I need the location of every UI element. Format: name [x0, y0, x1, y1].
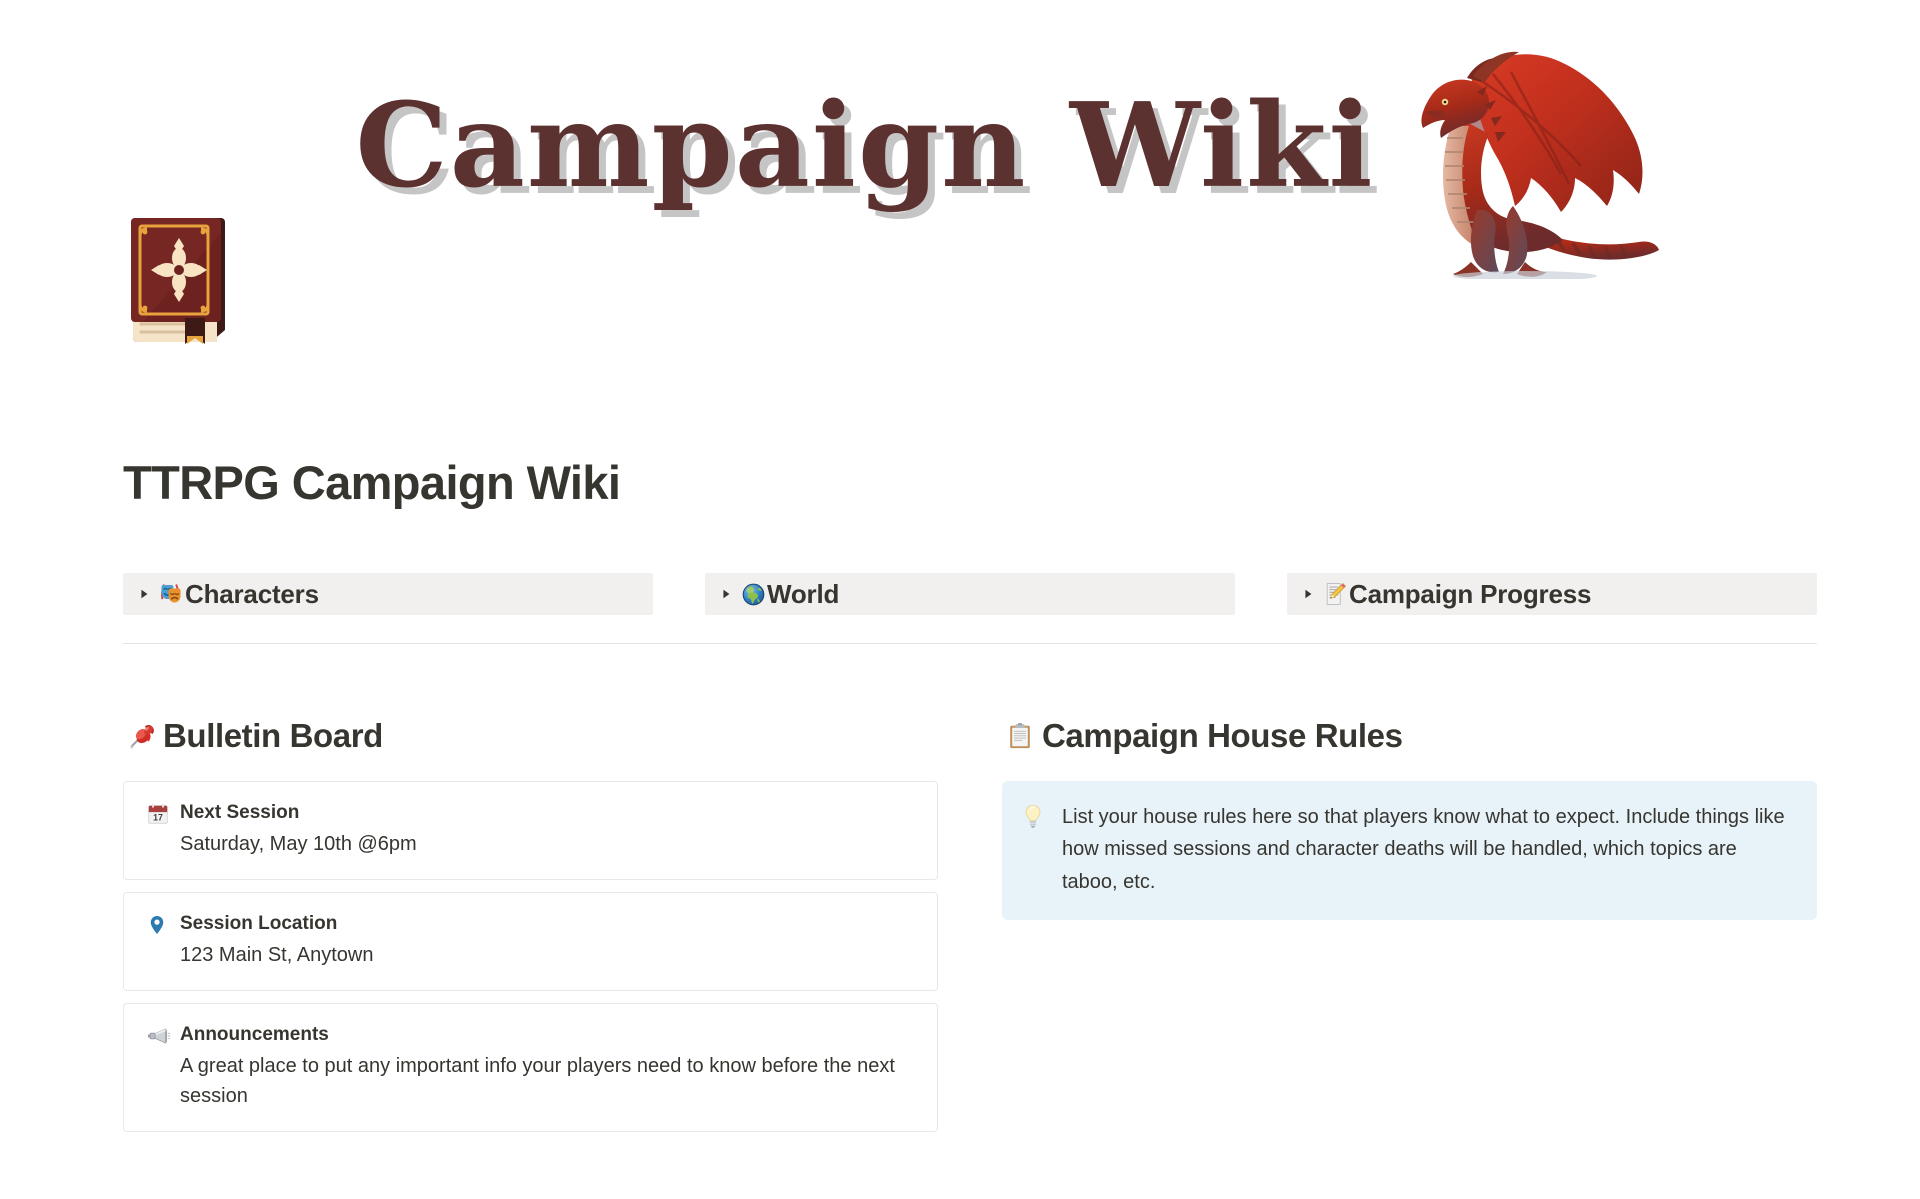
card-title: Session Location — [180, 913, 338, 935]
card-title: Announcements — [180, 1024, 329, 1046]
callout-text: List your house rules here so that playe… — [1062, 806, 1785, 893]
house-rules-callout[interactable]: List your house rules here so that playe… — [1002, 781, 1817, 921]
loudspeaker-emoji — [146, 1022, 180, 1048]
closed-book-icon[interactable] — [123, 212, 235, 350]
performing-arts-masks-emoji — [157, 581, 185, 607]
page-title[interactable]: TTRPG Campaign Wiki — [123, 455, 621, 511]
card-next-session[interactable]: 17 Next Session Saturday, May 10th @6pm — [123, 781, 938, 881]
red-dragon-illustration — [1415, 34, 1665, 281]
clipboard-emoji — [1002, 722, 1038, 750]
section-heading-text: Campaign House Rules — [1042, 717, 1403, 754]
toggle-label: Characters — [185, 578, 319, 609]
card-text: Saturday, May 10th @6pm — [180, 832, 417, 855]
location-pin-icon — [146, 911, 180, 937]
triangle-right-icon[interactable] — [719, 587, 733, 601]
toggle-label: Campaign Progress — [1349, 578, 1592, 609]
section-heading-text: Bulletin Board — [163, 717, 383, 754]
pushpin-emoji — [123, 721, 159, 751]
bulletin-board-column: Bulletin Board 17 Next Session Saturday,… — [123, 715, 938, 1144]
toggle-label: World — [767, 578, 840, 609]
wiki-page: Campaign Wiki TTRPG Campaign Wiki Charac… — [0, 0, 1920, 1199]
house-rules-heading: Campaign House Rules — [1002, 715, 1817, 757]
card-session-location[interactable]: Session Location 123 Main St, Anytown — [123, 892, 938, 992]
house-rules-column: Campaign House Rules List your house rul… — [1002, 715, 1817, 1144]
section-divider — [123, 643, 1817, 644]
triangle-right-icon[interactable] — [1301, 587, 1315, 601]
banner-title-text: Campaign Wiki — [355, 78, 1375, 214]
globe-americas-emoji — [739, 582, 767, 607]
calendar-day-number: 17 — [153, 813, 163, 823]
memo-pencil-emoji — [1321, 581, 1349, 607]
card-body: Session Location 123 Main St, Anytown — [180, 911, 915, 970]
card-body: Announcements A great place to put any i… — [180, 1022, 915, 1111]
calendar-emoji: 17 — [146, 800, 180, 826]
card-title: Next Session — [180, 802, 300, 823]
toggle-characters[interactable]: Characters — [123, 573, 653, 615]
light-bulb-emoji — [1022, 801, 1062, 829]
card-text: 123 Main St, Anytown — [180, 943, 374, 966]
content-columns: Bulletin Board 17 Next Session Saturday,… — [123, 715, 1817, 1144]
card-text: A great place to put any important info … — [180, 1054, 895, 1108]
bulletin-board-heading: Bulletin Board — [123, 715, 938, 757]
cover-banner[interactable]: Campaign Wiki — [0, 0, 1920, 300]
triangle-right-icon[interactable] — [137, 587, 151, 601]
card-body: Next Session Saturday, May 10th @6pm — [180, 800, 915, 859]
toggle-campaign-progress[interactable]: Campaign Progress — [1287, 573, 1817, 615]
card-announcements[interactable]: Announcements A great place to put any i… — [123, 1003, 938, 1133]
toggle-columns: Characters World Campaign Progress — [123, 573, 1817, 615]
cover-artwork: Campaign Wiki — [340, 28, 1760, 300]
toggle-world[interactable]: World — [705, 573, 1235, 615]
